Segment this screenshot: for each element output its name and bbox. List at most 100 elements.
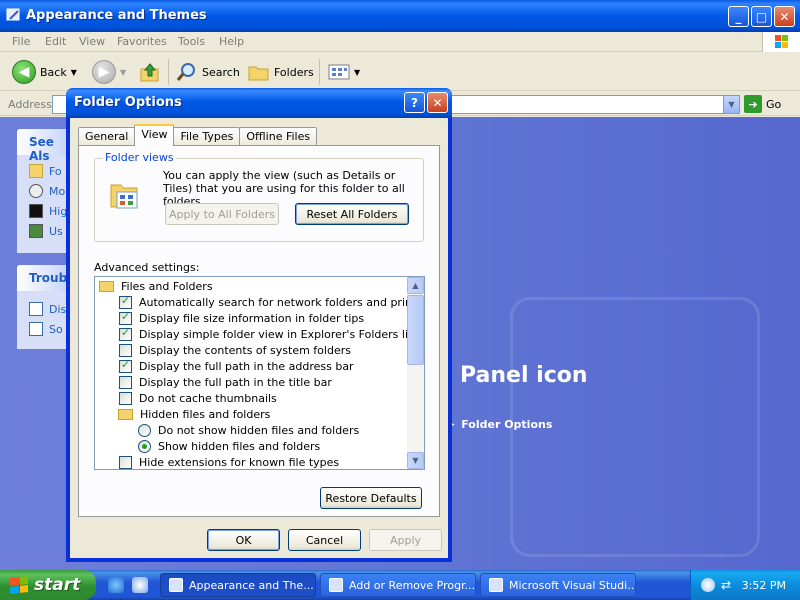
back-button[interactable]: ◀ Back ▼ <box>12 60 77 84</box>
go-arrow-icon: ➔ <box>744 95 762 113</box>
tab-general[interactable]: General <box>78 127 136 146</box>
high-contrast-icon <box>29 204 43 218</box>
apply-button[interactable]: Apply <box>369 529 442 551</box>
system-tray: ⇄ 3:52 PM <box>690 570 800 600</box>
window-title-bar[interactable]: Appearance and Themes _ □ ✕ <box>0 0 800 32</box>
list-scrollbar[interactable]: ▲ ▼ <box>407 277 424 469</box>
views-icon <box>328 64 350 80</box>
menu-edit[interactable]: Edit <box>45 35 66 48</box>
up-folder-icon <box>140 63 159 82</box>
list-item[interactable]: Display the full path in the title bar <box>119 374 332 390</box>
taskbar-item-appearance[interactable]: Appearance and The... <box>160 573 316 597</box>
tab-offline-files[interactable]: Offline Files <box>239 127 318 146</box>
troubleshooters-header[interactable]: Troubl <box>17 265 71 291</box>
internet-explorer-icon[interactable] <box>108 577 124 593</box>
views-button[interactable]: ▼ <box>328 60 360 84</box>
list-item[interactable]: Hide extensions for known file types <box>119 454 339 469</box>
checkbox[interactable] <box>119 391 132 405</box>
search-button[interactable]: Search <box>176 60 240 84</box>
advanced-settings-label: Advanced settings: <box>94 261 200 274</box>
folder-options-dialog: Folder Options ? ✕ General View File Typ… <box>66 88 452 562</box>
see-also-panel: See Als Fo Mo Hig Us <box>17 129 69 253</box>
address-dropdown-icon[interactable]: ▼ <box>723 96 739 113</box>
dialog-title-bar[interactable]: Folder Options ? ✕ <box>66 88 452 118</box>
windows-logo-icon <box>762 32 800 52</box>
troubleshooter-item[interactable]: So <box>17 319 69 339</box>
checkbox[interactable] <box>119 358 132 373</box>
search-label: Search <box>202 65 240 79</box>
folders-button[interactable]: Folders <box>248 60 314 84</box>
list-item[interactable]: Display file size information in folder … <box>119 310 364 326</box>
folder-icon <box>118 408 133 420</box>
list-item[interactable]: Display simple folder view in Explorer's… <box>119 326 418 342</box>
list-item[interactable]: Display the contents of system folders <box>119 342 351 358</box>
minimize-button[interactable]: _ <box>728 6 749 27</box>
see-also-item[interactable]: Mo <box>17 181 69 201</box>
forward-arrow-icon: ▶ <box>92 60 116 84</box>
window-title: Appearance and Themes <box>26 8 207 23</box>
scroll-up-icon[interactable]: ▲ <box>407 277 424 294</box>
restore-defaults-button[interactable]: Restore Defaults <box>320 487 422 509</box>
apply-to-all-folders-button[interactable]: Apply to All Folders <box>165 203 279 225</box>
see-also-header[interactable]: See Als <box>17 129 69 163</box>
quick-launch-icon[interactable] <box>132 577 148 593</box>
scroll-thumb[interactable] <box>407 295 424 365</box>
menu-file[interactable]: File <box>12 35 30 48</box>
radio-button[interactable] <box>138 439 151 453</box>
tab-view[interactable]: View <box>134 124 175 146</box>
network-icon[interactable] <box>701 578 715 592</box>
see-also-item[interactable]: Us <box>17 221 69 241</box>
folder-options-link[interactable]: ➤ Folder Options <box>446 418 552 431</box>
menu-help[interactable]: Help <box>219 35 244 48</box>
checkbox[interactable] <box>119 343 132 357</box>
checkbox[interactable] <box>119 326 132 341</box>
views-dropdown-icon: ▼ <box>354 67 361 77</box>
up-folder-button[interactable] <box>140 60 160 84</box>
ok-button[interactable]: OK <box>207 529 280 551</box>
advanced-settings-list[interactable]: Files and Folders Automatically search f… <box>94 276 425 470</box>
menu-view[interactable]: View <box>79 35 105 48</box>
checkbox[interactable] <box>119 294 132 309</box>
start-label: start <box>34 575 81 595</box>
see-also-item[interactable]: Fo <box>17 161 69 181</box>
list-item[interactable]: Display the full path in the address bar <box>119 358 354 374</box>
reset-all-folders-button[interactable]: Reset All Folders <box>295 203 409 225</box>
help-button[interactable]: ? <box>404 92 425 113</box>
dialog-body: General View File Types Offline Files Fo… <box>70 118 448 558</box>
folder-views-legend: Folder views <box>103 151 176 164</box>
radio-button[interactable] <box>138 423 151 437</box>
tab-file-types[interactable]: File Types <box>173 127 241 146</box>
list-item[interactable]: Do not show hidden files and folders <box>138 422 359 438</box>
maximize-button[interactable]: □ <box>751 6 772 27</box>
taskbar-item-visual-studio[interactable]: Microsoft Visual Studi... <box>480 573 636 597</box>
see-also-item[interactable]: Hig <box>17 201 69 221</box>
go-button[interactable]: ➔ Go <box>744 95 781 113</box>
list-item[interactable]: Automatically search for network folders… <box>119 294 424 310</box>
back-arrow-icon: ◀ <box>12 60 36 84</box>
back-dropdown-icon[interactable]: ▼ <box>71 68 77 77</box>
checkbox[interactable] <box>119 310 132 325</box>
menu-favorites[interactable]: Favorites <box>117 35 167 48</box>
tab-strip: General View File Types Offline Files <box>78 124 318 146</box>
clock[interactable]: 3:52 PM <box>742 579 786 592</box>
dialog-close-button[interactable]: ✕ <box>427 92 448 113</box>
go-label: Go <box>766 97 782 111</box>
help-icon <box>29 322 43 336</box>
forward-dropdown-icon[interactable]: ▼ <box>120 68 126 77</box>
taskbar-item-add-remove[interactable]: Add or Remove Progr... <box>320 573 476 597</box>
checkbox[interactable] <box>119 375 132 389</box>
pick-control-panel-heading: Panel icon <box>460 363 588 388</box>
list-item[interactable]: Do not cache thumbnails <box>119 390 277 406</box>
troubleshooter-item[interactable]: Dis <box>17 299 69 319</box>
speaker-icon[interactable]: ⇄ <box>721 578 735 592</box>
start-button[interactable]: start <box>0 570 96 600</box>
menu-tools[interactable]: Tools <box>178 35 205 48</box>
forward-button[interactable]: ▶ ▼ <box>92 60 126 84</box>
list-item: Hidden files and folders <box>118 406 270 422</box>
scroll-down-icon[interactable]: ▼ <box>407 452 424 469</box>
list-item[interactable]: Show hidden files and folders <box>138 438 320 454</box>
folders-label: Folders <box>274 65 314 79</box>
checkbox[interactable] <box>119 455 132 469</box>
close-button[interactable]: ✕ <box>774 6 795 27</box>
cancel-button[interactable]: Cancel <box>288 529 361 551</box>
